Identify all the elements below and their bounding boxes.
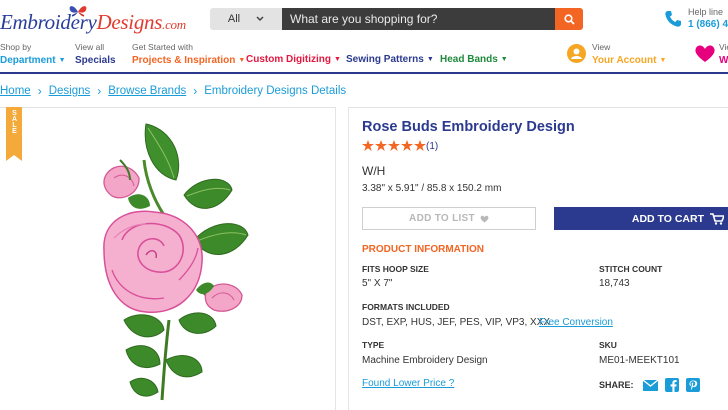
facebook-icon[interactable] [664,378,679,392]
wh-label: W/H [362,164,386,178]
search-icon [563,13,575,25]
logo-part-2: Designs [96,10,163,34]
pinterest-icon[interactable] [685,378,700,392]
product-title: Rose Buds Embroidery Design [362,119,575,135]
type-label: TYPE [362,340,385,350]
chevron-right-icon: › [37,84,42,98]
phone-icon [665,11,681,27]
nav-department-label: Department [0,55,56,66]
chevron-down-icon [256,16,264,22]
helpline-number: 1 (866) 45 [688,19,728,30]
rating-stars[interactable] [362,140,426,151]
site-logo[interactable]: EmbroideryDesigns.com [0,4,190,38]
add-to-cart-button[interactable]: ADD TO CART [554,207,728,230]
user-icon [571,48,582,59]
nav-wishlist-label: W [719,55,728,66]
nav-wishlist-small: Vie [719,42,728,52]
logo-wordmark: EmbroideryDesigns.com [0,10,186,35]
sku-label: SKU [599,340,617,350]
nav-patterns[interactable]: Sewing Patterns ▼ [346,54,434,65]
rose-embroidery-image[interactable] [84,120,254,405]
breadcrumb: Home › Designs › Browse Brands › Embroid… [0,84,346,98]
logo-part-1: Embroidery [0,10,97,34]
nav-wishlist[interactable]: Vie W [719,42,728,66]
fits-hoop-value: 5" X 7" [362,278,393,289]
fits-hoop-label: FITS HOOP SIZE [362,264,429,274]
caret-down-icon: ▼ [58,57,66,64]
logo-part-3: .com [162,17,186,32]
caret-down-icon: ▼ [334,56,341,63]
type-value: Machine Embroidery Design [362,355,488,366]
caret-down-icon: ▼ [500,56,508,63]
nav-specials-label: Specials [75,55,116,66]
breadcrumb-designs[interactable]: Designs [49,85,91,97]
nav-headbands-label: Head Bands [440,54,498,65]
star-icon [401,140,413,151]
design-dimensions: 3.38" x 5.91" / 85.8 x 150.2 mm [362,183,502,194]
nav-projects-label: Projects & Inspiration [132,55,236,66]
nav-headbands[interactable]: Head Bands ▼ [440,54,508,65]
stitch-count-value: 18,743 [599,278,630,289]
chevron-right-icon: › [97,84,102,98]
email-icon[interactable] [642,379,658,391]
product-info-heading: PRODUCT INFORMATION [362,244,485,255]
heart-icon[interactable] [694,44,716,63]
caret-down-icon: ▼ [238,57,246,64]
search-category-value: All [227,13,241,25]
nav-account[interactable]: View Your Account ▼ [592,42,666,66]
nav-account-small: View [592,42,611,52]
nav-projects-small: Get Started with [132,42,193,52]
formats-value: DST, EXP, HUS, JEF, PES, VIP, VP3, XXX [362,317,551,328]
stitch-count-label: STITCH COUNT [599,264,663,274]
search-button[interactable] [555,8,583,30]
nav-patterns-label: Sewing Patterns [346,54,424,65]
breadcrumb-browse-brands[interactable]: Browse Brands [108,85,186,97]
caret-down-icon: ▼ [426,56,434,63]
nav-specials[interactable]: View all Specials [75,42,116,66]
chevron-right-icon: › [193,84,198,98]
caret-down-icon: ▼ [659,57,667,64]
heart-icon [480,215,489,222]
share-label: SHARE: [599,380,634,390]
breadcrumb-current: Embroidery Designs Details [204,85,347,97]
found-lower-price-link[interactable]: Found Lower Price ? [362,378,454,389]
star-icon [362,140,374,151]
search-input[interactable]: What are you shopping for? [282,8,555,30]
sale-badge-text: SALE [11,110,18,134]
breadcrumb-home[interactable]: Home [0,85,31,97]
nav-projects[interactable]: Get Started with Projects & Inspiration ▼ [132,42,245,66]
sale-badge: SALE [6,107,22,155]
add-to-cart-label: ADD TO CART [631,212,704,225]
share-section: SHARE: [599,378,700,392]
nav-digitizing[interactable]: Custom Digitizing ▼ [246,54,341,65]
cart-icon [710,212,724,225]
sale-badge-tip [6,155,22,161]
add-to-list-label: ADD TO LIST [409,213,475,224]
nav-department[interactable]: Shop by Department ▼ [0,42,66,66]
nav-account-label: Your Account [592,55,657,66]
search-bar: All What are you shopping for? [210,8,583,30]
nav-department-small: Shop by [0,42,32,52]
add-to-list-button[interactable]: ADD TO LIST [362,207,536,230]
nav-divider [0,72,728,74]
nav-specials-small: View all [75,42,105,52]
account-icon[interactable] [567,44,586,63]
star-icon [414,140,426,151]
nav-digitizing-label: Custom Digitizing [246,54,331,65]
formats-label: FORMATS INCLUDED [362,302,450,312]
free-conversion-link[interactable]: Free Conversion [539,317,613,328]
helpline-label: Help line [688,7,724,17]
star-icon [388,140,400,151]
helpline[interactable]: Help line 1 (866) 45 [664,7,728,33]
rating-count[interactable]: (1) [426,141,438,152]
search-category-select[interactable]: All [210,8,282,30]
sku-value: ME01-MEEKT101 [599,355,680,366]
star-icon [375,140,387,151]
